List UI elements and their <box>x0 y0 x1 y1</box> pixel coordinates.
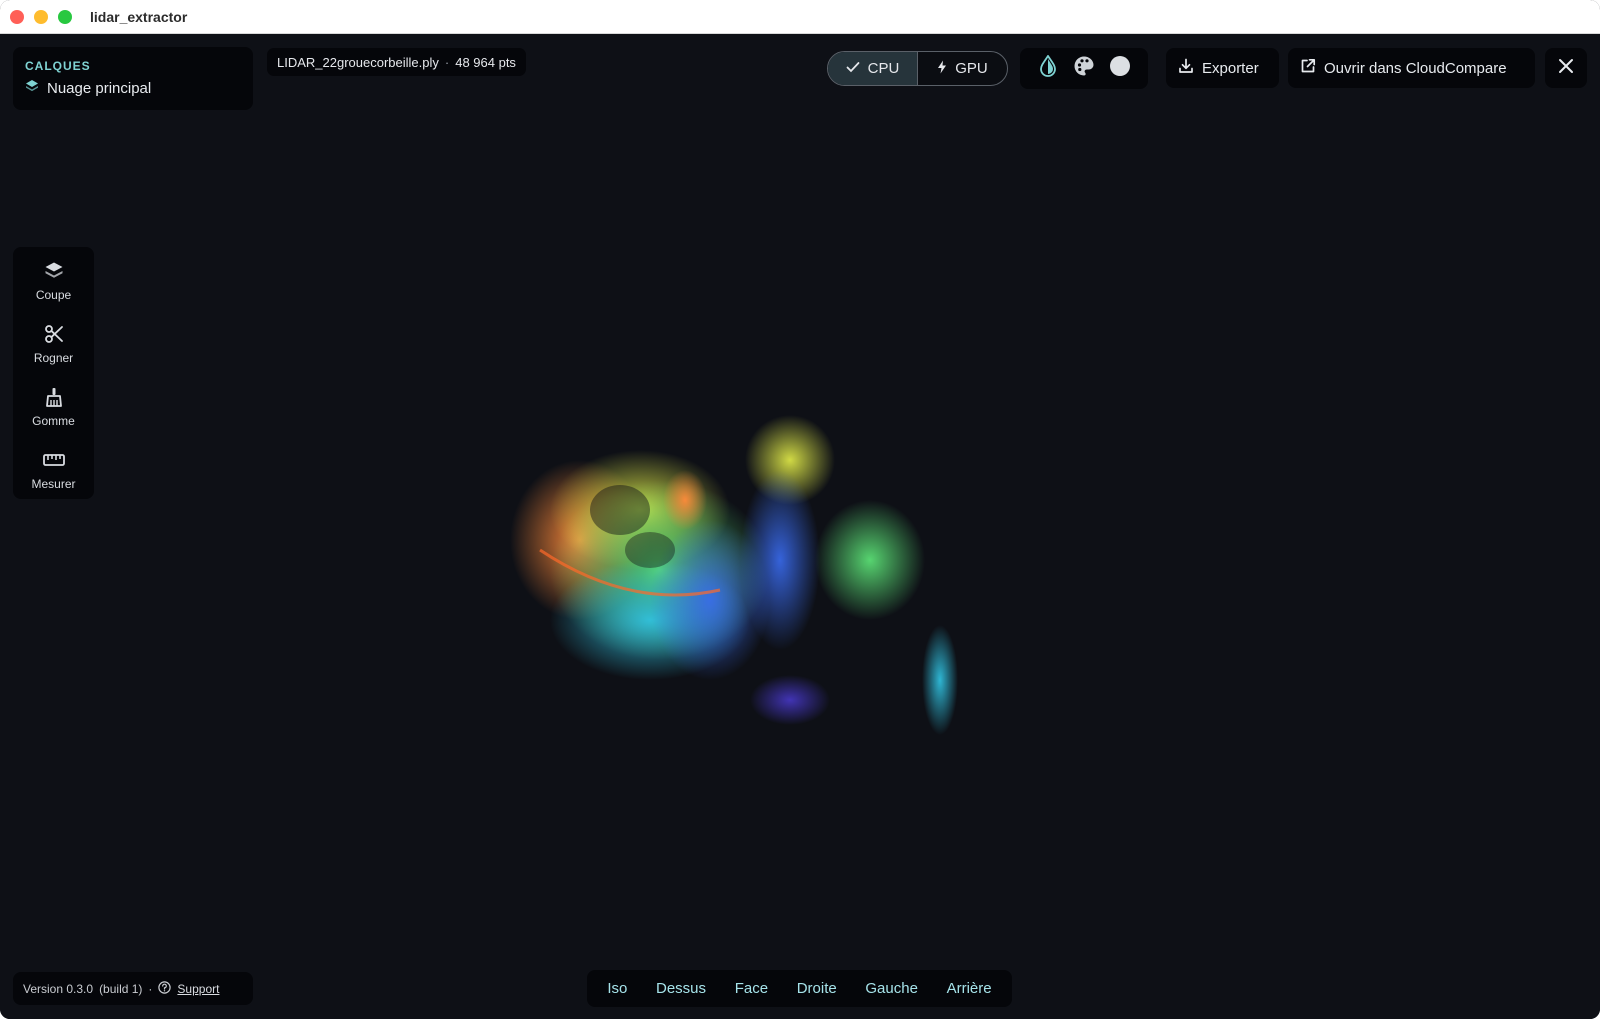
download-icon <box>1178 58 1194 78</box>
circle-icon <box>1109 55 1131 82</box>
point-count: 48 964 pts <box>455 54 516 70</box>
palette-icon <box>1073 55 1095 82</box>
check-icon <box>846 60 860 77</box>
color-mode-rgb[interactable] <box>1070 55 1098 83</box>
close-icon <box>1558 58 1574 79</box>
title-bar: lidar_extractor <box>0 0 1600 34</box>
layer-item-main-cloud[interactable]: Nuage principal <box>25 79 151 97</box>
layers-title: CALQUES <box>25 59 91 73</box>
version-info: Version 0.3.0 (build 1) · Support <box>13 972 253 1005</box>
export-button[interactable]: Exporter <box>1166 48 1279 88</box>
view-dessus[interactable]: Dessus <box>650 976 712 1001</box>
build-label: (build 1) <box>99 981 143 996</box>
cpu-label: CPU <box>867 60 900 77</box>
tool-label: Mesurer <box>31 477 76 491</box>
window-title: lidar_extractor <box>90 9 188 25</box>
tool-label: Gomme <box>32 414 75 428</box>
tool-label: Coupe <box>35 288 72 302</box>
app-window: lidar_extractor CALQUES Nuage principal … <box>0 0 1600 1019</box>
bolt-icon <box>937 60 947 78</box>
maximize-window-button[interactable] <box>58 10 72 24</box>
layers-icon <box>25 79 39 97</box>
view-arriere[interactable]: Arrière <box>941 976 998 1001</box>
view-droite[interactable]: Droite <box>791 976 843 1001</box>
ruler-icon <box>42 442 65 473</box>
help-icon <box>158 980 172 997</box>
color-mode-uniform[interactable] <box>1106 55 1134 83</box>
external-link-icon <box>1300 58 1316 78</box>
tool-gomme[interactable]: Gomme <box>13 379 94 437</box>
view-face[interactable]: Face <box>729 976 774 1001</box>
close-window-button[interactable] <box>10 10 24 24</box>
file-name: LIDAR_22grouecorbeille.ply <box>277 54 439 70</box>
color-mode-group <box>1020 48 1148 89</box>
tool-coupe[interactable]: Coupe <box>13 253 94 311</box>
gpu-label: GPU <box>955 60 988 77</box>
processing-toggle: CPU GPU <box>827 51 1008 86</box>
file-info: LIDAR_22grouecorbeille.ply · 48 964 pts <box>267 48 526 76</box>
export-label: Exporter <box>1202 59 1259 77</box>
view-iso[interactable]: Iso <box>601 976 633 1001</box>
color-mode-height[interactable] <box>1034 54 1062 83</box>
close-button[interactable] <box>1545 48 1587 88</box>
point-cloud-render[interactable] <box>480 360 1000 820</box>
open-cloudcompare-label: Ouvrir dans CloudCompare <box>1324 59 1507 77</box>
tool-mesurer[interactable]: Mesurer <box>13 442 94 500</box>
layers-icon <box>44 253 64 284</box>
footer-separator: · <box>148 981 153 996</box>
minimize-window-button[interactable] <box>34 10 48 24</box>
view-presets: Iso Dessus Face Droite Gauche Arrière <box>587 970 1012 1007</box>
file-separator: · <box>444 54 450 70</box>
cpu-button[interactable]: CPU <box>828 52 918 85</box>
scissors-icon <box>44 316 64 347</box>
layer-item-label: Nuage principal <box>47 79 152 97</box>
broom-icon <box>44 379 64 410</box>
tool-rogner[interactable]: Rogner <box>13 316 94 374</box>
drop-icon <box>1039 54 1057 82</box>
gpu-button[interactable]: GPU <box>918 52 1007 85</box>
version-label: Version 0.3.0 <box>23 981 94 996</box>
tools-toolbar: Coupe Rogner Gomme Mesurer <box>13 247 94 499</box>
open-cloudcompare-button[interactable]: Ouvrir dans CloudCompare <box>1288 48 1535 88</box>
layers-panel: CALQUES Nuage principal <box>13 47 253 110</box>
view-gauche[interactable]: Gauche <box>859 976 924 1001</box>
tool-label: Rogner <box>33 351 74 365</box>
support-link[interactable]: Support <box>177 982 219 996</box>
